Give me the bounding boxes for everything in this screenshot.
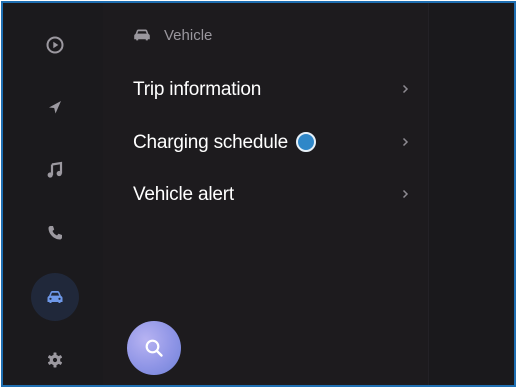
car-icon: [134, 29, 150, 41]
music-nav-button[interactable]: [31, 146, 79, 194]
play-circle-icon: [46, 36, 64, 54]
menu-item-label: Charging schedule: [133, 132, 289, 153]
menu-item-label: Vehicle alert: [133, 184, 234, 205]
navigation-arrow-icon: [49, 101, 61, 114]
gear-icon: [47, 352, 63, 368]
chevron-right-icon: [402, 84, 409, 94]
chevron-right-icon: [402, 189, 409, 199]
menu-item-charging-schedule[interactable]: Charging schedule: [103, 120, 413, 164]
detail-pane: [428, 3, 514, 385]
settings-nav-button[interactable]: [31, 336, 79, 384]
search-button[interactable]: [127, 321, 181, 375]
navigation-nav-button[interactable]: [31, 83, 79, 131]
music-note-icon: [47, 161, 63, 178]
phone-icon: [48, 226, 62, 240]
car-icon: [47, 291, 63, 303]
phone-nav-button[interactable]: [31, 209, 79, 257]
chevron-right-icon: [402, 137, 409, 147]
search-icon: [145, 339, 163, 357]
menu-item-trip-information[interactable]: Trip information: [103, 67, 413, 111]
media-nav-button[interactable]: [31, 21, 79, 69]
panel-header: Vehicle: [133, 23, 212, 47]
menu-item-vehicle-alert[interactable]: Vehicle alert: [103, 172, 413, 216]
app-window: Vehicle Trip information Charging schedu…: [1, 1, 516, 387]
notification-dot: [296, 132, 316, 152]
menu-item-label: Trip information: [133, 79, 262, 100]
page-title: Vehicle: [164, 26, 213, 44]
sidebar: [3, 3, 103, 385]
vehicle-nav-button[interactable]: [31, 273, 79, 321]
